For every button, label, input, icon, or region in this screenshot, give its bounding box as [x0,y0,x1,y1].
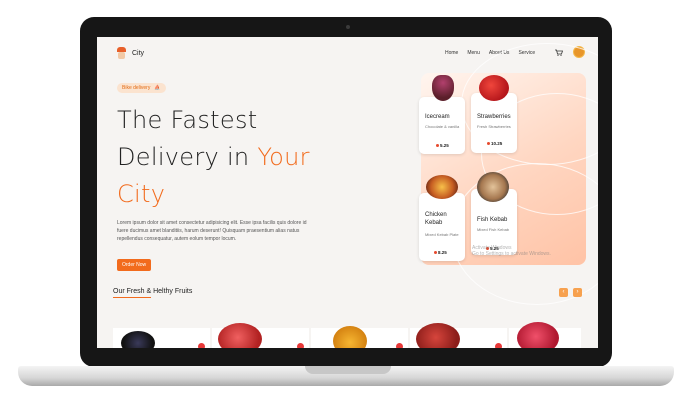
card-price: 5.25 [436,143,449,148]
watermark-subtitle: Go to Settings to activate Windows. [472,251,551,257]
fruit-card[interactable] [113,328,210,348]
card-name: Chicken Kebab [425,212,447,226]
card-subtitle: Fresh Strawberries [477,124,511,129]
title-underline [113,297,151,298]
prev-button[interactable]: ‹ [559,288,568,297]
fruit-card[interactable] [509,322,581,348]
hero-accent-your: Your [257,143,310,171]
card-subtitle: Mixed Fish Kebab [477,227,510,232]
icecream-image [432,75,454,101]
food-card-icecream[interactable]: Icecream Chocolate & vanilla 5.25 [419,75,465,154]
card-price: 8.25 [434,250,447,255]
hero-line-1: The Fastest [117,106,258,134]
fruits-title-underlined: Our Fresh [113,288,145,295]
blackberries-image [121,331,155,348]
card-name: Fish Kebab [477,217,508,223]
pomegranate-image [416,323,460,348]
food-card-strawberries[interactable]: Strawberries Fresh Strawberries 10.25 [471,75,517,153]
brand-logo[interactable]: City [115,47,144,60]
strawberries-bowl-image [218,323,262,348]
card-name: Strawberries [477,114,511,120]
nav-menu[interactable]: Menu [467,50,480,56]
scooter-icon: ⛵ [154,85,161,91]
food-card-chicken-kebab[interactable]: Chicken Kebab Mixed Kebab Plate 8.25 [419,175,465,261]
strawberries-image [479,75,509,101]
next-button[interactable]: › [573,288,582,297]
hero-description: Lorem ipsum dolor sit amet consectetur a… [117,220,307,242]
activate-windows-watermark: Activate Windows Go to Settings to activ… [472,245,551,257]
laptop-notch [305,366,391,374]
screen: City Home Menu About Us Service Bike del… [97,37,598,348]
add-to-cart-dot[interactable] [396,343,403,348]
fruit-card[interactable] [410,323,507,348]
add-to-cart-dot[interactable] [198,343,205,348]
chevron-left-icon: ‹ [562,289,565,295]
chef-icon [115,47,128,60]
webcam [346,25,350,29]
hero-heading: The Fastest Delivery in Your City [117,102,310,213]
add-to-cart-dot[interactable] [495,343,502,348]
card-subtitle: Mixed Kebab Plate [425,232,459,237]
fish-kebab-image [477,172,509,202]
fruit-card[interactable] [311,326,408,348]
fruit-card[interactable] [212,323,309,348]
bike-delivery-badge: Bike delivery ⛵ [117,83,166,93]
card-subtitle: Chocolate & vanilla [425,124,460,129]
raspberries-image [517,322,559,348]
add-to-cart-dot[interactable] [297,343,304,348]
nav-home[interactable]: Home [445,50,458,56]
hero-line-2: Delivery in Your [117,139,310,176]
card-name: Icecream [425,114,450,120]
brand-name: City [132,50,145,57]
chevron-right-icon: › [576,289,579,295]
pineapple-image [333,326,367,348]
order-now-button[interactable]: Order Now [117,259,152,271]
fruits-section-title: Our Fresh & Helthy Fruits [113,288,192,295]
fruits-title-rest: & Helthy Fruits [144,288,193,295]
badge-label: Bike delivery [122,85,151,91]
hero-accent-city: City [117,180,166,208]
hero-line-2-prefix: Delivery in [117,143,250,171]
chicken-kebab-image [426,175,458,199]
card-price: 10.25 [487,141,502,146]
